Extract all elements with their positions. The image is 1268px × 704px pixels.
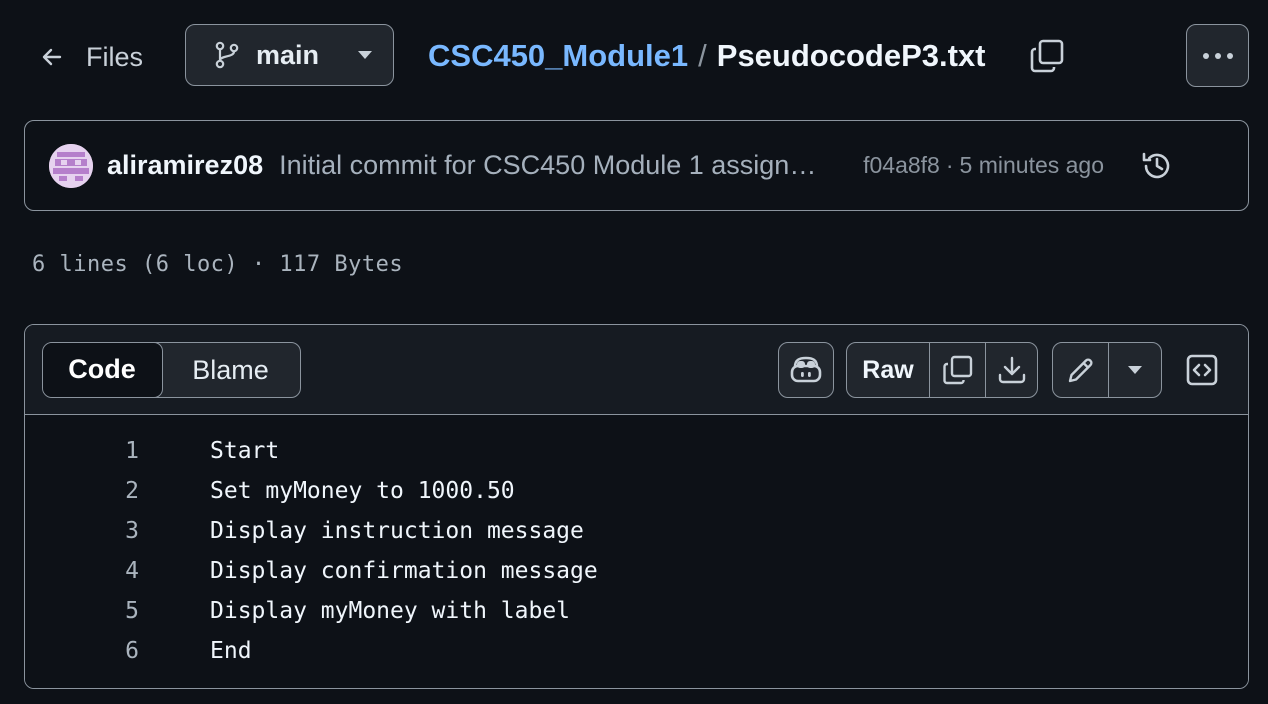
code-square-icon [1186,354,1218,386]
line-text: Set myMoney to 1000.50 [210,478,515,504]
triangle-down-icon [357,50,373,60]
latest-commit-box: aliramirez08 Initial commit for CSC450 M… [24,120,1249,211]
back-to-files-button[interactable]: Files [40,28,143,86]
file-name: PseudocodeP3.txt [716,38,986,73]
copy-icon [1029,38,1065,74]
line-number[interactable]: 6 [25,638,139,664]
download-button[interactable] [986,343,1037,397]
copy-raw-button[interactable] [930,343,986,397]
edit-file-button[interactable] [1053,343,1109,397]
commit-author[interactable]: aliramirez08 [107,150,263,181]
line-number[interactable]: 4 [25,558,139,584]
copilot-button[interactable] [778,342,834,398]
raw-button-group: Raw [846,342,1038,398]
copy-icon [942,355,972,385]
download-icon [998,356,1025,384]
code-toolbar: Code Blame Raw [25,325,1248,415]
line-number[interactable]: 3 [25,518,139,544]
line-text: Start [210,438,280,464]
kebab-horizontal-icon [1201,52,1235,60]
repo-link[interactable]: CSC450_Module1 [428,38,688,74]
copilot-icon [789,355,823,385]
commit-message[interactable]: Initial commit for CSC450 Module 1 assig… [279,150,833,181]
line-number[interactable]: 1 [25,438,139,464]
code-line: 1 Start [25,431,1248,471]
line-text: Display instruction message [210,518,584,544]
code-line: 2 Set myMoney to 1000.50 [25,471,1248,511]
code-line: 4 Display confirmation message [25,551,1248,591]
tab-blame[interactable]: Blame [161,343,300,397]
code-line: 6 End [25,631,1248,671]
code-panel: Code Blame Raw 1 Start 2 Set myMoney to … [24,324,1249,689]
line-text: Display confirmation message [210,558,598,584]
code-line: 5 Display myMoney with label [25,591,1248,631]
edit-options-dropdown[interactable] [1109,343,1161,397]
back-label: Files [86,41,144,72]
raw-button[interactable]: Raw [847,343,930,397]
pencil-icon [1068,358,1093,383]
view-toggle: Code Blame [42,342,301,398]
commit-time: 5 minutes ago [959,152,1105,178]
line-text: End [210,638,252,664]
edit-button-group [1052,342,1162,398]
line-number[interactable]: 5 [25,598,139,624]
code-line: 3 Display instruction message [25,511,1248,551]
line-number[interactable]: 2 [25,478,139,504]
breadcrumb: CSC450_Module1 / PseudocodeP3.txt [428,30,986,82]
line-text: Display myMoney with label [210,598,571,624]
code-view[interactable]: 1 Start 2 Set myMoney to 1000.50 3 Displ… [25,416,1248,688]
triangle-down-icon [1128,366,1142,374]
copy-path-button[interactable] [1029,38,1065,74]
history-icon [1142,152,1170,178]
git-branch-icon [214,41,240,69]
commit-sha[interactable]: f04a8f8 [863,152,940,179]
symbols-panel-button[interactable] [1185,353,1219,387]
tab-code[interactable]: Code [43,343,163,397]
breadcrumb-separator: / [698,38,707,73]
more-options-button[interactable] [1186,24,1249,87]
history-button[interactable] [1140,149,1174,183]
branch-name: main [256,39,320,70]
file-info: 6 lines (6 loc) · 117 Bytes [32,252,404,277]
arrow-left-icon [40,45,64,69]
commit-separator: · [945,152,954,178]
branch-selector-button[interactable]: main [185,24,394,86]
avatar[interactable] [49,143,93,188]
